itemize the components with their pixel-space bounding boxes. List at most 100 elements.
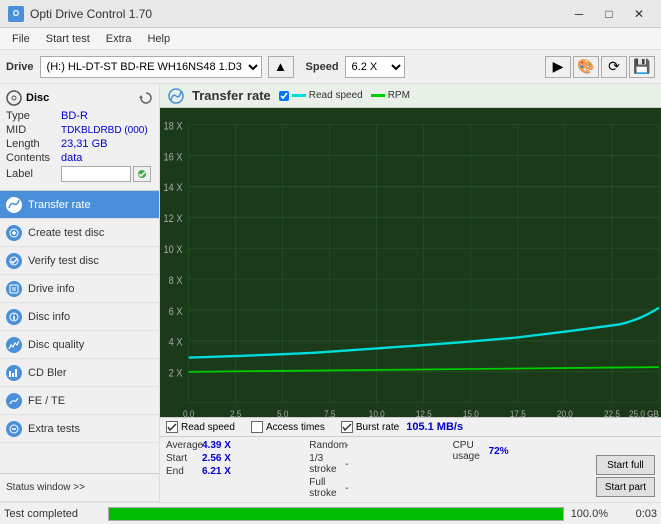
- contents-value: data: [61, 152, 82, 164]
- full-stroke-value: -: [345, 483, 381, 494]
- nav-verify-test-disc[interactable]: Verify test disc: [0, 247, 159, 275]
- color-toolbar-btn[interactable]: 🎨: [573, 56, 599, 78]
- nav-extra-tests[interactable]: Extra tests: [0, 415, 159, 443]
- nav-cd-bler[interactable]: CD Bler: [0, 359, 159, 387]
- cpu-label: CPU usage: [453, 440, 485, 462]
- svg-text:7.5: 7.5: [324, 408, 335, 417]
- length-value: 23,31 GB: [61, 138, 107, 150]
- end-label: End: [166, 466, 198, 477]
- maximize-button[interactable]: □: [595, 4, 623, 24]
- nav-disc-info[interactable]: Disc info: [0, 303, 159, 331]
- nav-disc-quality[interactable]: Disc quality: [0, 331, 159, 359]
- titlebar-controls[interactable]: ─ □ ✕: [565, 4, 653, 24]
- label-ok-button[interactable]: [133, 166, 151, 182]
- read-speed-check-item: Read speed: [166, 421, 235, 433]
- nav-status-window[interactable]: Status window >>: [0, 474, 159, 502]
- status-text: Test completed: [4, 508, 104, 520]
- nav-transfer-rate[interactable]: Transfer rate: [0, 191, 159, 219]
- legend-read-speed-check[interactable]: [279, 91, 289, 101]
- svg-text:10.0: 10.0: [369, 408, 385, 417]
- disc-icon: [6, 90, 22, 106]
- progress-pct: 100.0%: [568, 508, 608, 520]
- fe-te-icon: [6, 393, 22, 409]
- type-label: Type: [6, 110, 61, 122]
- stat-group-right: CPU usage 72%: [453, 440, 596, 499]
- svg-text:10 X: 10 X: [164, 244, 183, 256]
- speed-select[interactable]: 6.2 X: [345, 56, 405, 78]
- chart-title: Transfer rate: [192, 88, 271, 103]
- minimize-button[interactable]: ─: [565, 4, 593, 24]
- legend-read-speed: Read speed: [279, 90, 363, 101]
- start-full-button[interactable]: Start full: [596, 455, 655, 475]
- stroke1-value: -: [345, 459, 381, 470]
- read-speed-checkmark-icon: [167, 422, 177, 432]
- stat-random-row: Random -: [309, 440, 452, 451]
- burst-rate-checkbox[interactable]: [341, 421, 353, 433]
- refresh-toolbar-btn[interactable]: ⟳: [601, 56, 627, 78]
- nav-fe-te[interactable]: FE / TE: [0, 387, 159, 415]
- drive-select[interactable]: (H:) HL-DT-ST BD-RE WH16NS48 1.D3: [40, 56, 262, 78]
- end-value: 6.21 X: [202, 466, 238, 477]
- app-icon: O: [8, 6, 24, 22]
- svg-text:12 X: 12 X: [164, 214, 183, 226]
- cpu-value: 72%: [489, 446, 525, 457]
- drive-info-icon: [6, 281, 22, 297]
- menu-file[interactable]: File: [4, 31, 38, 47]
- menu-start-test[interactable]: Start test: [38, 31, 98, 47]
- read-speed-color: [292, 94, 306, 97]
- read-speed-check-label: Read speed: [181, 422, 235, 433]
- disc-panel: Disc Type BD-R MID TDKBLDRBD (000) Lengt…: [0, 84, 159, 191]
- disc-mid-row: MID TDKBLDRBD (000): [6, 124, 153, 136]
- svg-text:12.5: 12.5: [416, 408, 432, 417]
- disc-refresh-icon[interactable]: [139, 91, 153, 105]
- nav-disc-info-label: Disc info: [28, 311, 70, 323]
- chart-svg: 18 X 16 X 14 X 12 X 10 X 8 X 6 X 4 X 2 X: [160, 108, 661, 417]
- length-label: Length: [6, 138, 61, 150]
- cd-bler-icon: [6, 365, 22, 381]
- close-button[interactable]: ✕: [625, 4, 653, 24]
- svg-text:4 X: 4 X: [169, 337, 183, 349]
- menu-extra[interactable]: Extra: [98, 31, 140, 47]
- verify-disc-icon: [6, 253, 22, 269]
- nav-extra-tests-label: Extra tests: [28, 423, 80, 435]
- eject-button[interactable]: ▲: [268, 56, 294, 78]
- read-speed-checkbox[interactable]: [166, 421, 178, 433]
- nav-drive-info-label: Drive info: [28, 283, 74, 295]
- average-value: 4.39 X: [202, 440, 238, 451]
- stroke1-label: 1/3 stroke: [309, 453, 341, 475]
- label-input[interactable]: [61, 166, 131, 182]
- progress-bar: [108, 507, 564, 521]
- nav-drive-info[interactable]: Drive info: [0, 275, 159, 303]
- contents-label: Contents: [6, 152, 61, 164]
- svg-text:17.5: 17.5: [510, 408, 526, 417]
- action-buttons: Start full Start part: [596, 440, 655, 499]
- menu-help[interactable]: Help: [139, 31, 178, 47]
- legend-rpm-label: RPM: [388, 90, 410, 101]
- checkmark-icon: [137, 169, 147, 179]
- access-times-checkbox[interactable]: [251, 421, 263, 433]
- titlebar-title: Opti Drive Control 1.70: [30, 7, 152, 21]
- drive-label: Drive: [6, 61, 34, 73]
- burst-rate-check-label: Burst rate: [356, 422, 399, 433]
- svg-text:14 X: 14 X: [164, 183, 183, 195]
- nav-transfer-rate-label: Transfer rate: [28, 199, 91, 211]
- nav-create-test-disc[interactable]: Create test disc: [0, 219, 159, 247]
- speed-label: Speed: [306, 61, 339, 73]
- start-part-button[interactable]: Start part: [596, 477, 655, 497]
- disc-type-row: Type BD-R: [6, 110, 153, 122]
- titlebar-left: O Opti Drive Control 1.70: [8, 6, 152, 22]
- legend-read-speed-label: Read speed: [309, 90, 363, 101]
- disc-header: Disc: [6, 90, 153, 106]
- stat-start-row: Start 2.56 X: [166, 453, 309, 464]
- stat-cpu-row: CPU usage 72%: [453, 440, 596, 462]
- disc-length-row: Length 23,31 GB: [6, 138, 153, 150]
- drivebar: Drive (H:) HL-DT-ST BD-RE WH16NS48 1.D3 …: [0, 50, 661, 84]
- sidebar: Disc Type BD-R MID TDKBLDRBD (000) Lengt…: [0, 84, 160, 502]
- titlebar: O Opti Drive Control 1.70 ─ □ ✕: [0, 0, 661, 28]
- svg-text:20.0: 20.0: [557, 408, 573, 417]
- start-toolbar-btn[interactable]: ▶: [545, 56, 571, 78]
- start-label: Start: [166, 453, 198, 464]
- content-area: Transfer rate Read speed RPM 18 X 16 X 1…: [160, 84, 661, 502]
- access-times-check-item: Access times: [251, 421, 325, 433]
- save-toolbar-btn[interactable]: 💾: [629, 56, 655, 78]
